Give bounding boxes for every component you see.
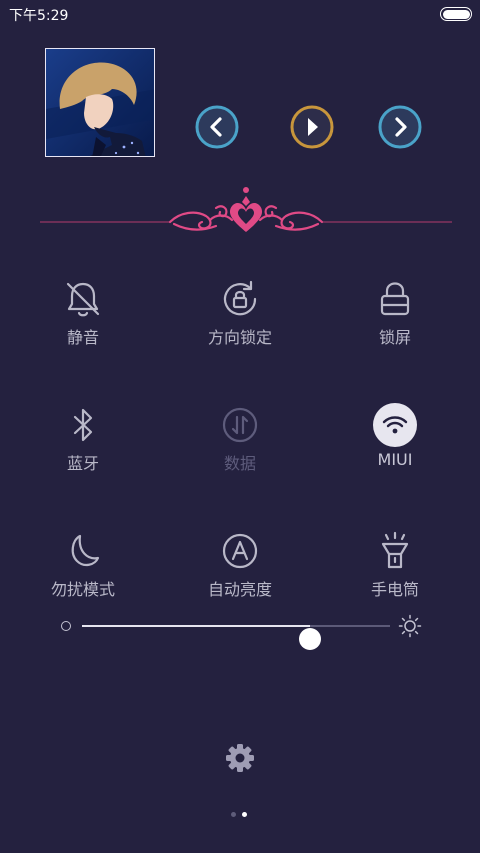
auto-brightness-icon: [222, 533, 258, 569]
status-time: 下午5:29: [9, 8, 69, 24]
battery-icon: [440, 7, 472, 21]
brightness-track[interactable]: [82, 625, 390, 650]
wifi-icon: [373, 403, 417, 447]
lock-icon: [380, 282, 410, 316]
toggle-label: MIUI: [377, 450, 413, 469]
toggle-label: 数据: [223, 454, 256, 473]
rotation-lock-icon: [223, 280, 257, 316]
toggle-lock-screen[interactable]: 锁屏: [320, 276, 470, 376]
brightness-slider[interactable]: [58, 612, 424, 650]
chevron-left-icon: [195, 105, 239, 149]
play-button[interactable]: [290, 105, 334, 149]
toggle-rotation-lock[interactable]: 方向锁定: [165, 276, 315, 376]
next-track-button[interactable]: [378, 105, 422, 149]
toggle-mute[interactable]: 静音: [8, 276, 158, 376]
brightness-fill: [82, 625, 310, 627]
ornament-divider: [40, 180, 452, 236]
toggle-label: 静音: [66, 328, 99, 347]
toggle-label: 手电筒: [370, 580, 419, 599]
moon-icon: [71, 534, 100, 567]
toggle-label: 勿扰模式: [50, 580, 115, 599]
gear-icon[interactable]: [224, 742, 256, 774]
toggle-label: 自动亮度: [207, 580, 272, 599]
previous-track-button[interactable]: [195, 105, 239, 149]
toggle-label: 蓝牙: [66, 454, 99, 473]
status-bar: 下午5:29: [0, 0, 480, 28]
toggle-label: 锁屏: [378, 328, 411, 347]
brightness-thumb[interactable]: [298, 628, 321, 650]
toggle-bluetooth[interactable]: 蓝牙: [8, 402, 158, 502]
data-icon: [222, 407, 258, 443]
page-dot-active: [242, 812, 247, 817]
brightness-low-icon: [61, 621, 71, 631]
bell-off-icon: [66, 282, 100, 317]
page-indicator: [228, 812, 252, 820]
flashlight-icon: [381, 531, 409, 569]
battery-level: [442, 9, 470, 19]
chevron-right-icon: [378, 105, 422, 149]
play-icon: [290, 105, 334, 149]
album-art[interactable]: [45, 48, 155, 157]
toggle-wifi[interactable]: MIUI: [320, 402, 470, 502]
toggle-mobile-data[interactable]: 数据: [165, 402, 315, 502]
page-dot: [231, 812, 236, 817]
brightness-high-icon: [398, 614, 422, 638]
toggle-label: 方向锁定: [207, 328, 272, 347]
bluetooth-icon: [73, 408, 93, 442]
